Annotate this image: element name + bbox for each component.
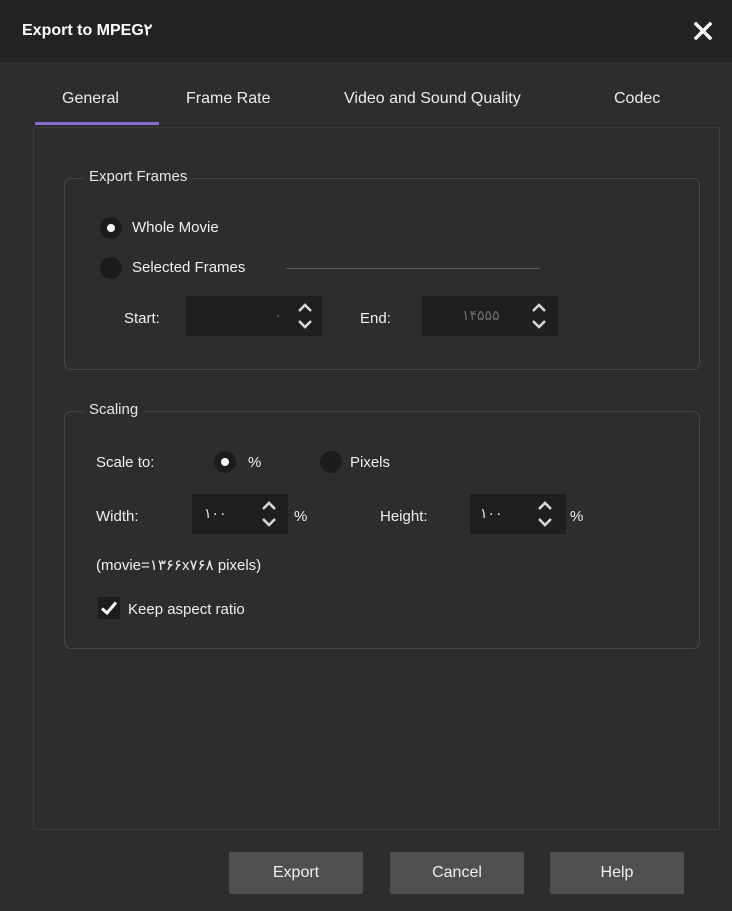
tab-video-and-sound-quality[interactable]: Video and Sound Quality (344, 90, 521, 108)
spin-arrows-icon[interactable] (296, 299, 314, 333)
export-frames-legend: Export Frames (83, 168, 194, 185)
cancel-button[interactable]: Cancel (390, 852, 524, 894)
title-bar: Export to MPEG۲ (0, 0, 732, 62)
keep-aspect-ratio-label: Keep aspect ratio (128, 601, 245, 618)
height-label: Height: (380, 508, 428, 525)
width-unit: % (294, 508, 308, 525)
end-spinbox[interactable]: ۱۴۵۵۵ (422, 296, 558, 336)
close-button[interactable] (690, 18, 716, 44)
start-spinbox[interactable]: ۰ (186, 296, 322, 336)
width-spinbox[interactable]: ۱۰۰ (192, 494, 288, 534)
scaling-legend: Scaling (83, 401, 145, 418)
spin-arrows-icon[interactable] (536, 497, 554, 531)
selected-frames-radio[interactable] (100, 257, 122, 279)
whole-movie-radio[interactable] (100, 217, 122, 239)
height-value: ۱۰۰ (480, 505, 503, 521)
tab-general[interactable]: General (62, 90, 119, 108)
movie-dimensions-info: (movie=۱۳۶۶x۷۶۸ pixels) (96, 557, 262, 574)
dialog-title: Export to MPEG۲ (22, 22, 153, 39)
selected-frames-separator (286, 268, 540, 269)
selected-frames-label: Selected Frames (132, 259, 246, 276)
scale-to-label: Scale to: (96, 454, 155, 471)
end-label: End: (360, 310, 391, 327)
help-button-label: Help (600, 864, 634, 881)
end-value: ۱۴۵۵۵ (462, 307, 500, 323)
start-label: Start: (124, 310, 160, 327)
start-value: ۰ (274, 307, 282, 323)
whole-movie-label: Whole Movie (132, 219, 219, 236)
checkmark-icon (100, 601, 118, 616)
scale-percent-label: % (248, 454, 262, 471)
help-button[interactable]: Help (550, 852, 684, 894)
height-unit: % (570, 508, 584, 525)
width-label: Width: (96, 508, 139, 525)
tab-codec[interactable]: Codec (614, 90, 660, 108)
export-button[interactable]: Export (229, 852, 363, 894)
width-value: ۱۰۰ (204, 505, 227, 521)
scale-pixels-radio[interactable] (320, 451, 342, 473)
tab-frame-rate[interactable]: Frame Rate (186, 90, 270, 108)
spin-arrows-icon[interactable] (260, 497, 278, 531)
scale-percent-radio[interactable] (214, 451, 236, 473)
scale-pixels-label: Pixels (350, 454, 391, 471)
close-icon (693, 21, 713, 41)
height-spinbox[interactable]: ۱۰۰ (470, 494, 566, 534)
cancel-button-label: Cancel (432, 864, 482, 881)
keep-aspect-ratio-checkbox[interactable] (98, 597, 120, 619)
export-button-label: Export (272, 864, 320, 881)
tab-bar: General Frame Rate Video and Sound Quali… (0, 62, 732, 128)
active-tab-indicator (35, 122, 159, 125)
export-dialog: Export to MPEG۲ General Frame Rate Video… (0, 0, 732, 911)
spin-arrows-icon[interactable] (530, 299, 548, 333)
